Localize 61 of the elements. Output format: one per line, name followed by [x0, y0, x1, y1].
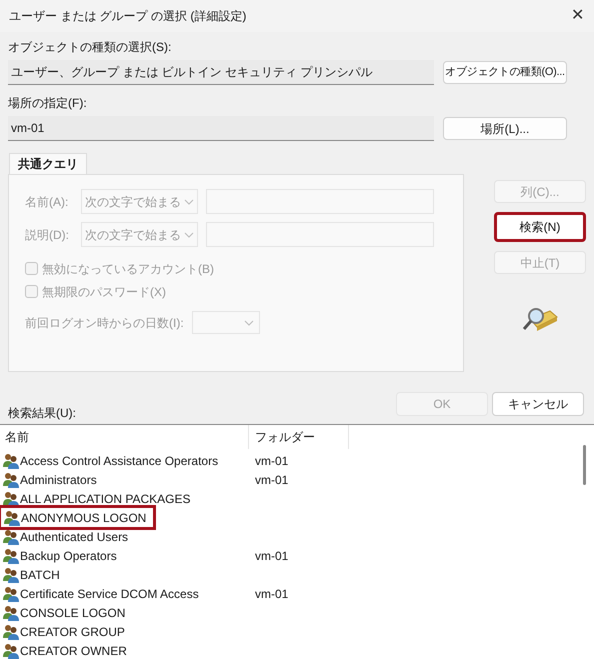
users-icon — [3, 566, 19, 582]
users-icon — [3, 490, 19, 506]
object-types-button[interactable]: オブジェクトの種類(O)... — [443, 61, 567, 84]
result-row[interactable]: Authenticated Users — [0, 527, 594, 546]
users-icon — [3, 604, 19, 620]
group-name: CREATOR OWNER — [20, 642, 127, 659]
location-field: vm-01 — [8, 116, 434, 141]
result-row[interactable]: ANONYMOUS LOGON — [1, 508, 153, 527]
users-icon — [3, 472, 19, 488]
chevron-down-icon — [244, 320, 254, 326]
folder-cell-text: vm-01 — [254, 452, 288, 470]
group-name: Authenticated Users — [20, 528, 128, 546]
group-name: ALL APPLICATION PACKAGES — [20, 490, 191, 508]
result-row[interactable]: Backup Operators vm-01 — [0, 546, 594, 565]
group-name: ANONYMOUS LOGON — [21, 510, 146, 526]
users-icon — [3, 642, 19, 658]
result-row[interactable]: Administrators vm-01 — [0, 470, 594, 489]
folder-cell-text: vm-01 — [254, 472, 288, 488]
scrollbar-thumb[interactable] — [583, 445, 586, 485]
group-name: CONSOLE LOGON — [20, 604, 126, 622]
field-label: 場所の指定(F): — [8, 95, 88, 112]
side-button[interactable]: 検索(N) — [494, 212, 586, 242]
days-label: 前回ログオン時からの日数(I): — [25, 314, 184, 332]
group-name: Access Control Assistance Operators — [20, 452, 218, 470]
group-name: BATCH — [20, 566, 60, 584]
result-row[interactable]: CREATOR GROUP — [0, 622, 594, 641]
column-header[interactable]: フォルダー — [249, 425, 349, 449]
folder-cell-text: vm-01 — [254, 548, 288, 564]
group-name: CREATOR GROUP — [20, 624, 125, 640]
tab[interactable]: 共通クエリ — [9, 153, 87, 174]
result-row[interactable]: BATCH — [0, 565, 594, 584]
folder-cell-text: vm-01 — [254, 586, 288, 602]
result-row[interactable]: ALL APPLICATION PACKAGES — [0, 489, 594, 508]
object-type-field: ユーザー、グループ または ビルトイン セキュリティ プリンシパル — [8, 60, 434, 85]
users-icon — [3, 624, 19, 640]
dialog-button[interactable]: キャンセル — [492, 392, 584, 416]
users-icon — [3, 452, 19, 468]
field-label: オブジェクトの種類の選択(S): — [8, 39, 172, 56]
group-name: Backup Operators — [20, 548, 117, 564]
locations-button[interactable]: 場所(L)... — [443, 117, 567, 140]
result-row[interactable]: CREATOR OWNER — [0, 641, 594, 659]
chevron-down-icon — [184, 232, 194, 238]
group-name: Administrators — [20, 472, 97, 488]
result-row[interactable]: CONSOLE LOGON — [0, 603, 594, 622]
close-button[interactable]: ✕ — [571, 4, 584, 28]
search-directory-icon — [522, 305, 558, 331]
column-header[interactable]: 名前 — [0, 425, 249, 449]
group-name: Certificate Service DCOM Access — [20, 586, 199, 602]
users-icon — [3, 528, 19, 544]
query-label: 名前(A): — [25, 194, 70, 210]
checkbox-label: 無効になっているアカウント(B) — [42, 260, 214, 278]
users-icon — [3, 548, 19, 564]
query-label: 説明(D): — [25, 226, 70, 244]
results-label: 検索結果(U): — [8, 405, 76, 422]
chevron-down-icon — [184, 198, 194, 204]
result-row[interactable]: Certificate Service DCOM Access vm-01 — [0, 584, 594, 603]
window-title: ユーザー または グループ の選択 (詳細設定) — [9, 8, 246, 25]
checkbox-label: 無期限のパスワード(X) — [42, 284, 166, 300]
users-icon — [3, 586, 19, 602]
users-icon — [4, 510, 20, 526]
result-row[interactable]: Access Control Assistance Operators vm-01 — [0, 451, 594, 470]
